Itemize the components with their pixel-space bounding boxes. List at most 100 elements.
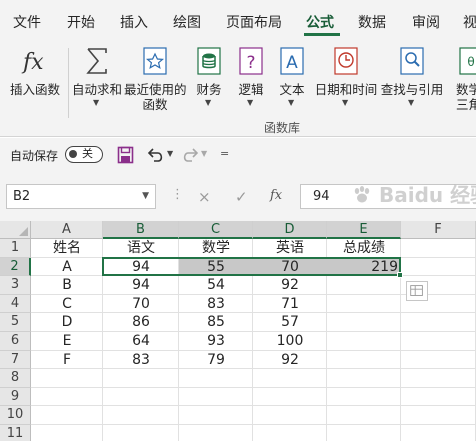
row-header-3[interactable]: 3 (0, 276, 31, 295)
table-cell[interactable]: 79 (179, 351, 253, 370)
table-header-cell[interactable]: 数学 (179, 239, 253, 258)
ribbon-separator (68, 48, 69, 118)
row-header-4[interactable]: 4 (0, 294, 31, 314)
quick-analysis-button[interactable] (406, 281, 428, 301)
table-cell[interactable]: 54 (179, 276, 253, 295)
ribbon-tab-bar: 文件 开始 插入 绘图 页面布局 公式 数据 审阅 视 (0, 0, 476, 38)
lookup-reference-button[interactable]: 查找与引用 ▼ (380, 42, 444, 118)
table-cell[interactable]: A (31, 258, 103, 277)
table-header-cell[interactable]: 英语 (253, 239, 327, 258)
insert-function-label: 插入函数 (9, 82, 60, 97)
table-cell[interactable]: 92 (253, 276, 327, 295)
table-cell[interactable]: 100 (253, 332, 327, 351)
row-header-7[interactable]: 7 (0, 350, 31, 370)
undo-icon[interactable] (146, 146, 166, 164)
save-icon[interactable] (117, 146, 134, 164)
table-cell[interactable]: B (31, 276, 103, 295)
table-cell[interactable]: 93 (179, 332, 253, 351)
column-header-c[interactable]: C (179, 221, 253, 239)
text-button[interactable]: A 文本 ▼ (274, 42, 310, 118)
table-cell[interactable]: 71 (253, 295, 327, 314)
tab-data[interactable]: 数据 (358, 12, 386, 32)
gridline-horizontal (31, 424, 476, 425)
fx-icon: fx (21, 50, 44, 75)
worksheet-grid[interactable]: A B C D E F 1 2 3 4 5 6 7 8 9 10 11 姓名 语文 数学 英语 总成绩 A 94 55 70 219… (0, 221, 476, 441)
table-cell[interactable]: C (31, 295, 103, 314)
math-trig-label-line1: 数学 (456, 82, 476, 97)
chevron-down-icon: ▼ (247, 98, 254, 107)
autosave-toggle-text: 关 (82, 147, 93, 160)
redo-icon[interactable] (180, 146, 200, 164)
math-trig-button[interactable]: θ 数学 三角函 (446, 42, 476, 118)
tab-review[interactable]: 审阅 (412, 12, 440, 32)
tab-draw[interactable]: 绘图 (173, 12, 201, 32)
table-cell[interactable]: 57 (253, 313, 327, 332)
enter-icon[interactable]: ✓ (235, 188, 248, 206)
insert-function-fx-icon[interactable]: fx (270, 188, 282, 203)
row-header-5[interactable]: 5 (0, 313, 31, 332)
name-box[interactable]: B2 ▼ (6, 184, 156, 209)
column-header-d[interactable]: D (253, 221, 327, 239)
recently-used-button[interactable]: 最近使用的 函数 (124, 42, 187, 118)
undo-dropdown-icon[interactable]: ▼ (167, 149, 173, 158)
recently-used-label: 最近使用的 函数 (124, 82, 187, 112)
table-header-cell[interactable]: 总成绩 (327, 239, 401, 258)
customize-toolbar-icon[interactable]: = (220, 147, 229, 160)
table-header-cell[interactable]: 姓名 (31, 239, 103, 258)
star-icon (143, 47, 167, 75)
column-header-f[interactable]: F (401, 221, 476, 239)
logical-button[interactable]: ? 逻辑 ▼ (233, 42, 269, 118)
sigma-icon (86, 48, 107, 74)
recently-used-label-line2: 函数 (142, 97, 168, 112)
active-tab-indicator (304, 33, 340, 36)
row-header-1[interactable]: 1 (0, 239, 31, 258)
row-header-10[interactable]: 10 (0, 406, 31, 425)
column-header-b[interactable]: B (103, 221, 179, 239)
cancel-icon[interactable]: × (198, 188, 211, 206)
svg-text:A: A (286, 53, 298, 73)
row-header-6[interactable]: 6 (0, 332, 31, 351)
math-icon: θ (459, 47, 476, 75)
chevron-down-icon[interactable]: ▼ (142, 185, 149, 208)
table-cell[interactable]: 94 (103, 276, 179, 295)
row-header-8[interactable]: 8 (0, 369, 31, 388)
tab-page-layout[interactable]: 页面布局 (226, 12, 282, 32)
date-time-label: 日期和时间 (314, 82, 378, 97)
row-header-11[interactable]: 11 (0, 425, 31, 441)
column-header-e[interactable]: E (327, 221, 401, 239)
table-cell[interactable]: E (31, 332, 103, 351)
tab-home[interactable]: 开始 (67, 12, 95, 32)
row-header-2[interactable]: 2 (0, 257, 31, 277)
tab-formulas[interactable]: 公式 (306, 12, 334, 32)
table-cell[interactable]: 70 (103, 295, 179, 314)
table-cell[interactable]: 85 (179, 313, 253, 332)
table-cell[interactable]: 64 (103, 332, 179, 351)
table-cell[interactable]: 83 (103, 351, 179, 370)
svg-text:θ: θ (467, 55, 474, 69)
tab-file[interactable]: 文件 (13, 12, 41, 32)
date-time-button[interactable]: 日期和时间 ▼ (314, 42, 378, 118)
redo-dropdown-icon[interactable]: ▼ (201, 149, 207, 158)
tab-view[interactable]: 视 (463, 12, 476, 32)
quick-access-toolbar: 自动保存 关 ▼ ▼ = (0, 138, 476, 171)
selection-border (102, 256, 401, 277)
select-all-corner[interactable] (0, 221, 31, 239)
tab-insert[interactable]: 插入 (120, 12, 148, 32)
row-header-9[interactable]: 9 (0, 387, 31, 407)
table-cell[interactable]: F (31, 351, 103, 370)
chevron-down-icon: ▼ (205, 98, 212, 107)
chevron-down-icon: ▼ (342, 98, 349, 107)
text-icon: A (280, 47, 304, 75)
table-header-cell[interactable]: 语文 (103, 239, 179, 258)
financial-button[interactable]: 财务 ▼ (190, 42, 228, 118)
table-cell[interactable]: 83 (179, 295, 253, 314)
insert-function-button[interactable]: fx 插入函数 (4, 42, 66, 118)
column-header-a[interactable]: A (31, 221, 103, 239)
table-cell[interactable]: 86 (103, 313, 179, 332)
table-cell[interactable]: 92 (253, 351, 327, 370)
fill-handle[interactable] (397, 272, 403, 279)
table-cell[interactable]: D (31, 313, 103, 332)
gridline-horizontal (31, 386, 476, 388)
autosave-toggle[interactable]: 关 (65, 146, 103, 163)
autosum-button[interactable]: 自动求和 ▼ (70, 42, 124, 118)
